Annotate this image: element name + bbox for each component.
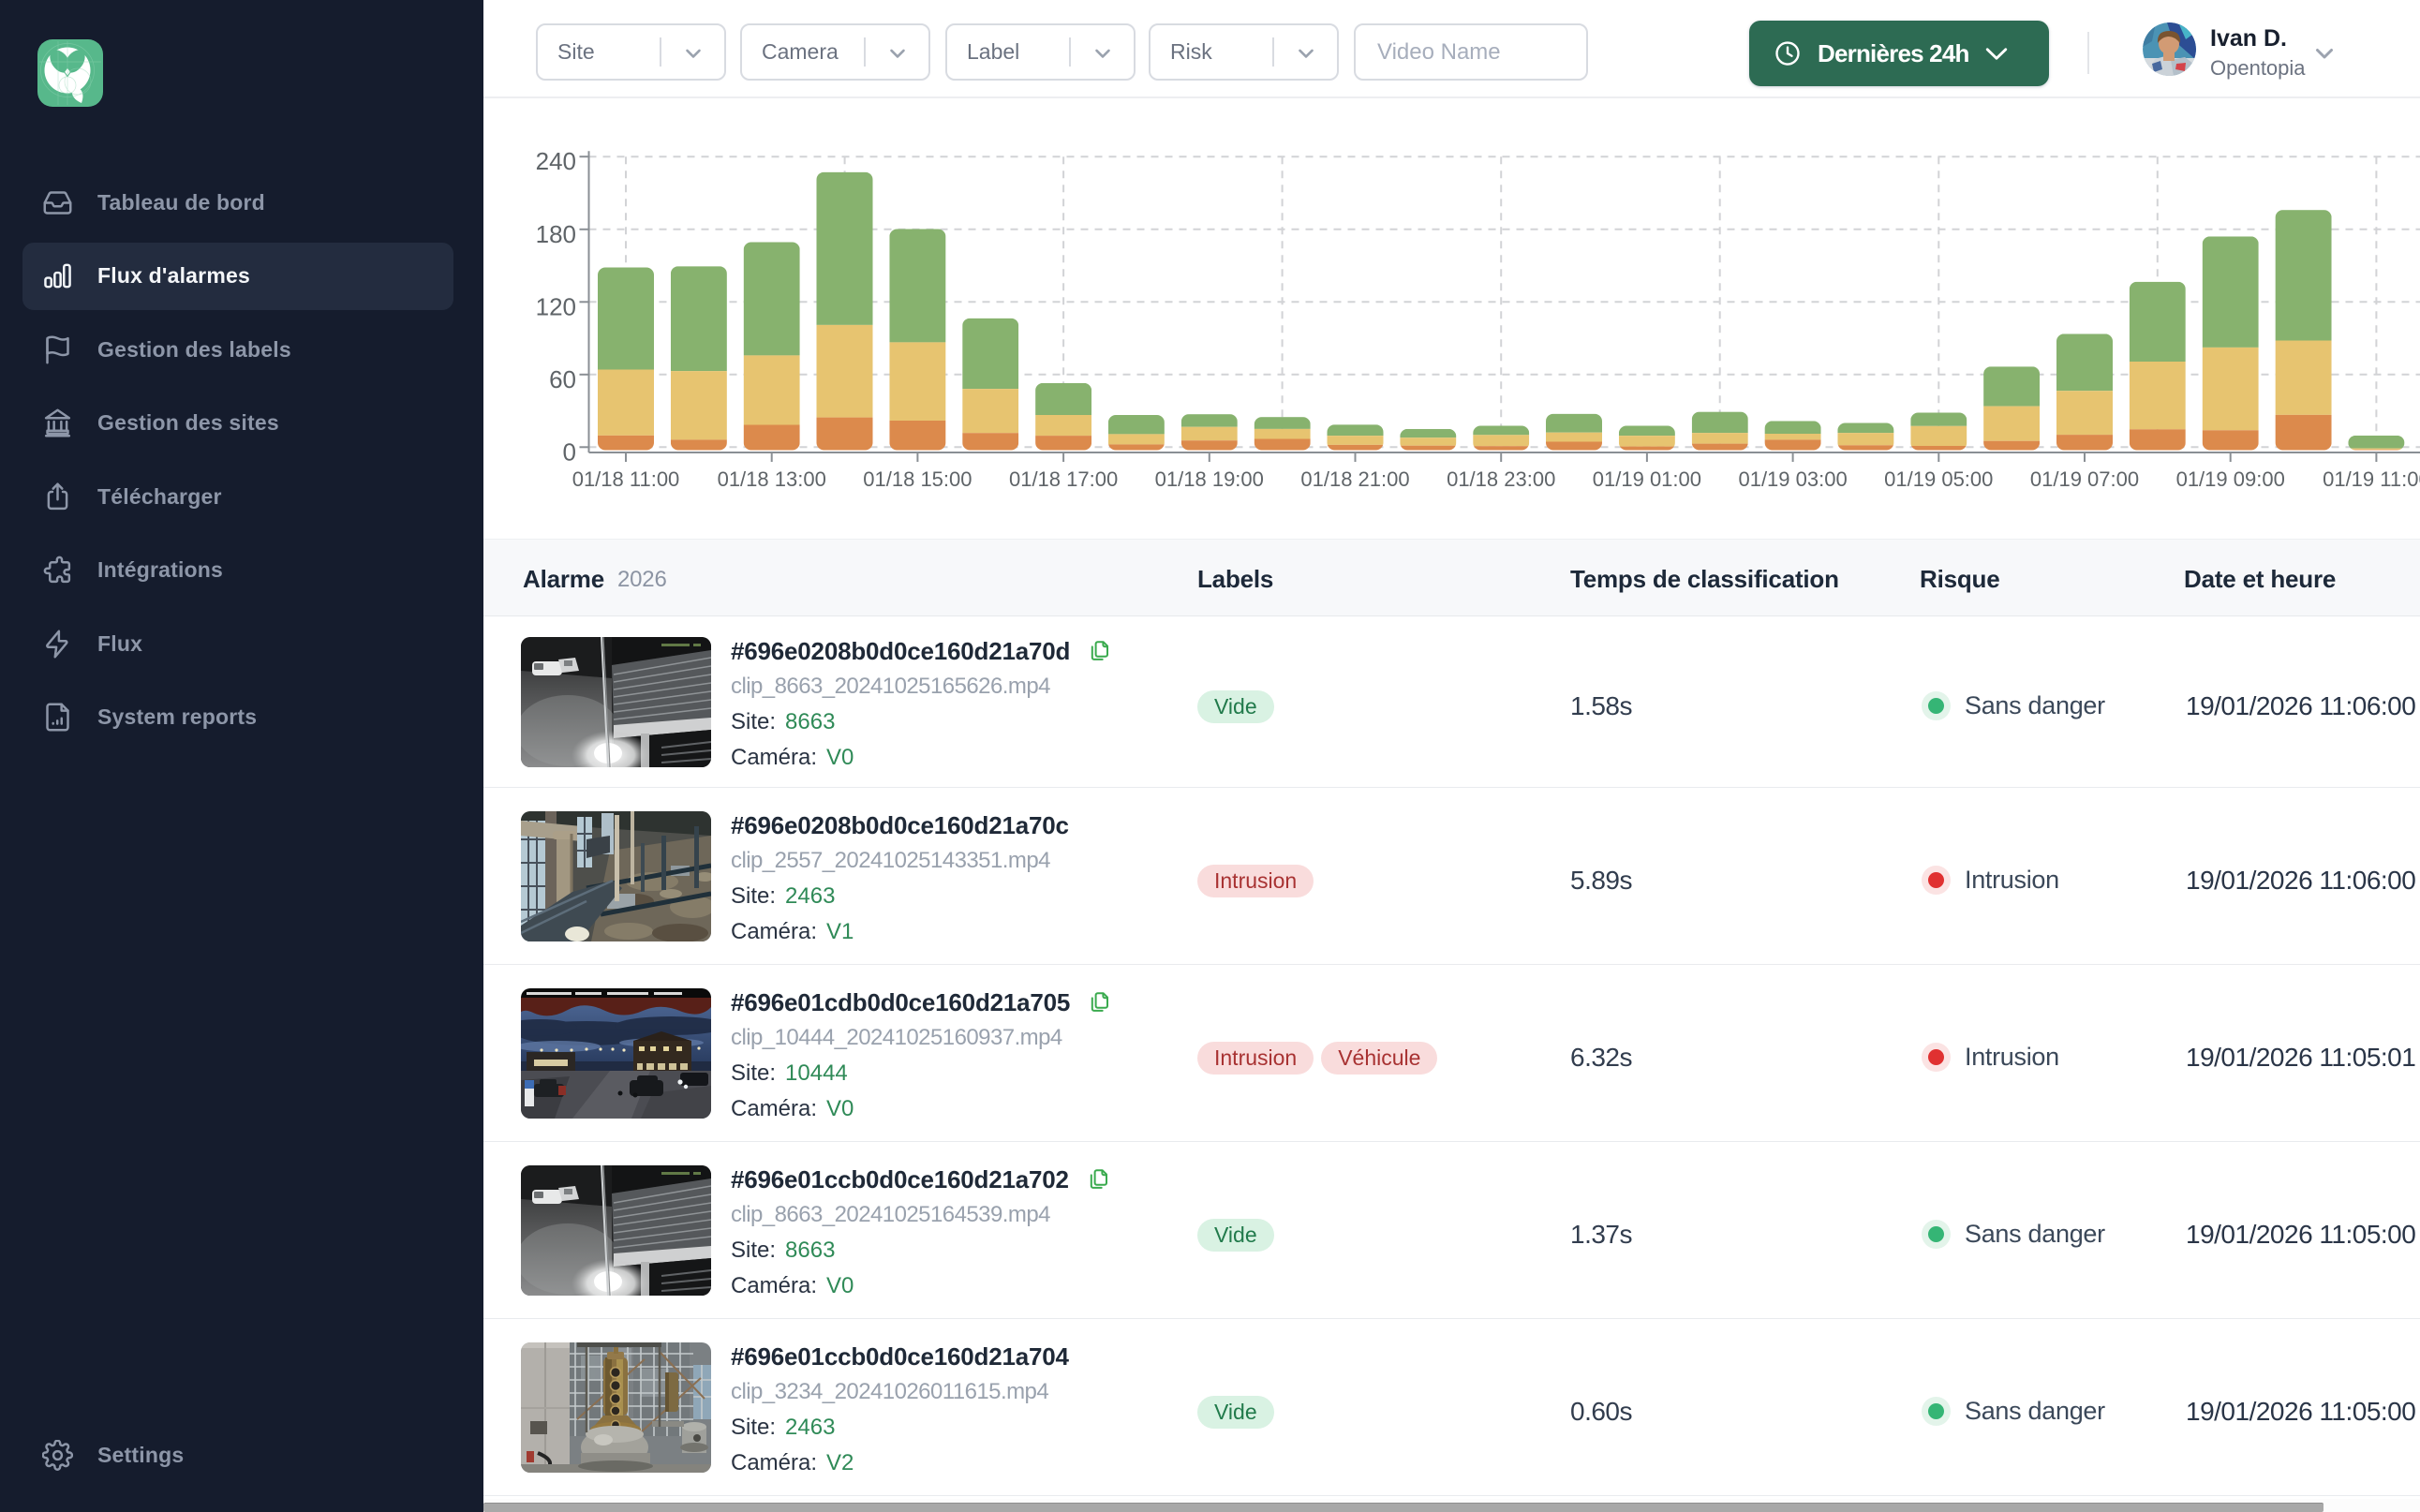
svg-text:120: 120 [536,292,576,320]
svg-text:01/18 17:00: 01/18 17:00 [1009,467,1118,491]
svg-text:01/18 19:00: 01/18 19:00 [1155,467,1264,491]
svg-text:0: 0 [563,437,576,466]
svg-text:01/18 21:00: 01/18 21:00 [1300,467,1409,491]
svg-text:01/19 01:00: 01/19 01:00 [1593,467,1701,491]
svg-text:01/18 11:00: 01/18 11:00 [572,467,680,491]
svg-text:01/19 09:00: 01/19 09:00 [2176,467,2285,491]
svg-text:01/19 11:00: 01/19 11:00 [2323,467,2420,491]
svg-text:240: 240 [536,147,576,175]
svg-text:01/19 07:00: 01/19 07:00 [2030,467,2139,491]
svg-text:01/18 15:00: 01/18 15:00 [863,467,972,491]
svg-text:180: 180 [536,220,576,248]
svg-text:60: 60 [549,365,576,393]
svg-text:01/19 03:00: 01/19 03:00 [1738,467,1847,491]
svg-text:01/19 05:00: 01/19 05:00 [1884,467,1993,491]
svg-text:01/18 23:00: 01/18 23:00 [1447,467,1555,491]
svg-text:01/18 13:00: 01/18 13:00 [718,467,826,491]
